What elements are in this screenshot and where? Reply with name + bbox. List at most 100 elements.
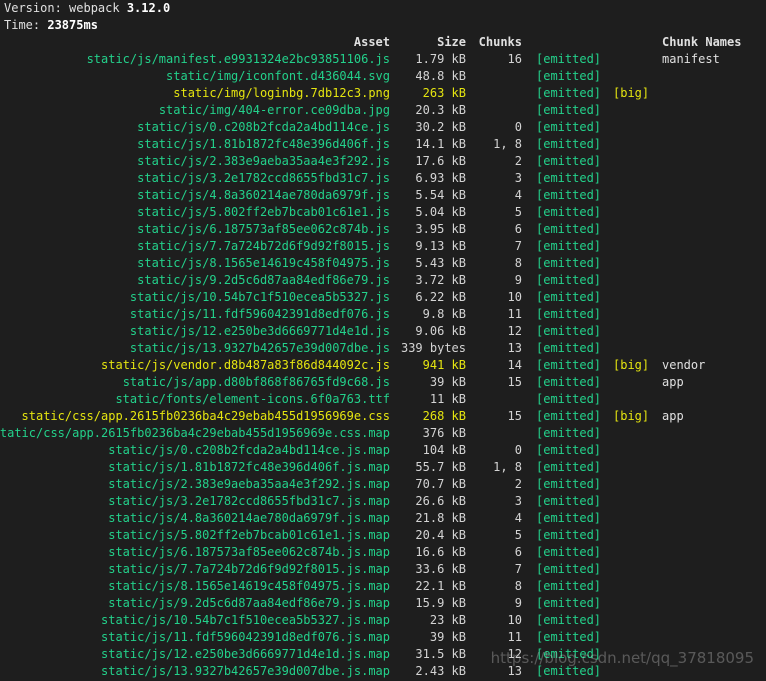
emitted-status: [emitted]	[536, 375, 602, 389]
watermark-url: https://blog.csdn.net/qq_37818095	[490, 649, 754, 667]
table-row: static/css/app.2615fb0236ba4c29ebab455d1…	[0, 425, 764, 442]
table-row: static/js/8.1565e14619c458f04975.js 5.43 …	[4, 255, 764, 272]
chunk-name: manifest	[662, 52, 720, 66]
chunk-name: app	[662, 375, 684, 389]
asset-name: static/css/app.2615fb0236ba4c29ebab455d1…	[0, 426, 390, 440]
column-header-size: Size	[437, 35, 466, 49]
asset-chunks: 2	[514, 477, 522, 491]
asset-name: static/js/5.802ff2eb7bcab01c61e1.js.map	[108, 528, 390, 542]
asset-name: static/js/9.2d5c6d87aa84edf86e79.js	[137, 273, 390, 287]
table-row: static/js/manifest.e9931324e2bc93851106.…	[4, 51, 764, 68]
asset-chunks: 12	[507, 324, 522, 338]
asset-name: static/js/9.2d5c6d87aa84edf86e79.js.map	[108, 596, 390, 610]
emitted-status: [emitted]	[536, 392, 602, 406]
asset-size: 23 kB	[429, 613, 466, 627]
time-value: 23875ms	[47, 18, 98, 32]
emitted-status: [emitted]	[536, 290, 602, 304]
table-row: static/js/1.81b1872fc48e396d406f.js.map 5…	[4, 459, 764, 476]
asset-chunks: 15	[507, 409, 522, 423]
asset-name: static/js/10.54b7c1f510ecea5b5327.js.map	[101, 613, 390, 627]
asset-size: 20.3 kB	[415, 103, 466, 117]
asset-size: 9.8 kB	[422, 307, 466, 321]
emitted-status: [emitted]	[536, 205, 602, 219]
asset-chunks: 4	[514, 188, 522, 202]
asset-chunks: 6	[514, 545, 522, 559]
asset-chunks: 5	[514, 528, 522, 542]
table-row: static/js/3.2e1782ccd8655fbd31c7.js.map 2…	[4, 493, 764, 510]
asset-chunks: 9	[514, 596, 522, 610]
asset-size: 33.6 kB	[415, 562, 466, 576]
asset-size: 30.2 kB	[415, 120, 466, 134]
asset-size: 9.06 kB	[415, 324, 466, 338]
asset-size: 9.13 kB	[415, 239, 466, 253]
asset-name: static/js/1.81b1872fc48e396d406f.js.map	[108, 460, 390, 474]
asset-size: 941 kB	[422, 358, 466, 372]
emitted-status: [emitted]	[536, 222, 602, 236]
asset-size: 5.04 kB	[415, 205, 466, 219]
asset-chunks: 2	[514, 154, 522, 168]
column-header-chunk-names: Chunk Names	[662, 35, 742, 49]
asset-size: 6.93 kB	[415, 171, 466, 185]
asset-chunks: 0	[514, 443, 522, 457]
asset-size: 26.6 kB	[415, 494, 466, 508]
asset-chunks: 15	[507, 375, 522, 389]
asset-name: static/img/404-error.ce09dba.jpg	[158, 103, 390, 117]
emitted-status: [emitted]	[536, 341, 602, 355]
asset-name: static/js/1.81b1872fc48e396d406f.js	[137, 137, 390, 151]
emitted-status: [emitted]	[536, 273, 602, 287]
emitted-status: [emitted]	[536, 409, 602, 423]
table-row: static/fonts/element-icons.6f0a763.ttf 11…	[4, 391, 764, 408]
asset-chunks: 6	[514, 222, 522, 236]
asset-name: static/js/0.c208b2fcda2a4bd114ce.js.map	[108, 443, 390, 457]
emitted-status: [emitted]	[536, 460, 602, 474]
asset-name: static/img/iconfont.d436044.svg	[166, 69, 390, 83]
asset-name: static/js/6.187573af85ee062c874b.js	[137, 222, 390, 236]
asset-size: 376 kB	[422, 426, 466, 440]
asset-size: 104 kB	[422, 443, 466, 457]
emitted-status: [emitted]	[536, 154, 602, 168]
asset-name: static/css/app.2615fb0236ba4c29ebab455d1…	[21, 409, 390, 423]
table-row: static/js/0.c208b2fcda2a4bd114ce.js 30.2 …	[4, 119, 764, 136]
asset-name: static/js/6.187573af85ee062c874b.js.map	[108, 545, 390, 559]
asset-name: static/js/3.2e1782ccd8655fbd31c7.js	[137, 171, 390, 185]
emitted-status: [emitted]	[536, 188, 602, 202]
table-row: static/js/0.c208b2fcda2a4bd114ce.js.map 1…	[4, 442, 764, 459]
asset-size: 70.7 kB	[415, 477, 466, 491]
asset-table: static/js/manifest.e9931324e2bc93851106.…	[0, 51, 764, 680]
table-row: static/img/loginbg.7db12c3.png 263 kB [emi…	[4, 85, 764, 102]
asset-name: static/js/4.8a360214ae780da6979f.js.map	[108, 511, 390, 525]
table-row: static/js/3.2e1782ccd8655fbd31c7.js 6.93 …	[4, 170, 764, 187]
asset-chunks: 3	[514, 171, 522, 185]
emitted-status: [emitted]	[536, 426, 602, 440]
table-row: static/js/8.1565e14619c458f04975.js.map 2…	[4, 578, 764, 595]
asset-size: 339 bytes	[400, 341, 466, 355]
column-header-row: Asset Size Chunks Chunk Names	[4, 34, 764, 51]
version-line: Version: webpack 3.12.0	[4, 0, 764, 17]
table-row: static/js/11.fdf596042391d8edf076.js.map…	[4, 629, 764, 646]
emitted-status: [emitted]	[536, 324, 602, 338]
emitted-status: [emitted]	[536, 630, 602, 644]
asset-name: static/js/app.d80bf868f86765fd9c68.js	[122, 375, 390, 389]
column-header-asset: Asset	[353, 35, 390, 49]
asset-size: 3.95 kB	[415, 222, 466, 236]
table-row: static/js/7.7a724b72d6f9d92f8015.js.map 3…	[4, 561, 764, 578]
chunk-name: app	[662, 409, 684, 423]
table-row: static/js/12.e250be3d6669771d4e1d.js 9.06…	[4, 323, 764, 340]
table-row: static/js/7.7a724b72d6f9d92f8015.js 9.13 …	[4, 238, 764, 255]
asset-size: 15.9 kB	[415, 596, 466, 610]
table-row: static/js/6.187573af85ee062c874b.js.map 1…	[4, 544, 764, 561]
table-row: static/img/404-error.ce09dba.jpg 20.3 kB […	[4, 102, 764, 119]
time-label: Time:	[4, 18, 48, 32]
emitted-status: [emitted]	[536, 69, 602, 83]
table-row: static/js/9.2d5c6d87aa84edf86e79.js.map 1…	[4, 595, 764, 612]
table-row: static/js/5.802ff2eb7bcab01c61e1.js 5.04 …	[4, 204, 764, 221]
emitted-status: [emitted]	[536, 562, 602, 576]
version-value: 3.12.0	[126, 1, 171, 15]
asset-chunks: 7	[514, 239, 522, 253]
asset-name: static/js/0.c208b2fcda2a4bd114ce.js	[137, 120, 390, 134]
asset-name: static/js/8.1565e14619c458f04975.js.map	[108, 579, 390, 593]
asset-size: 31.5 kB	[415, 647, 466, 661]
asset-size: 20.4 kB	[415, 528, 466, 542]
emitted-status: [emitted]	[536, 358, 602, 372]
asset-name: static/js/11.fdf596042391d8edf076.js	[129, 307, 390, 321]
